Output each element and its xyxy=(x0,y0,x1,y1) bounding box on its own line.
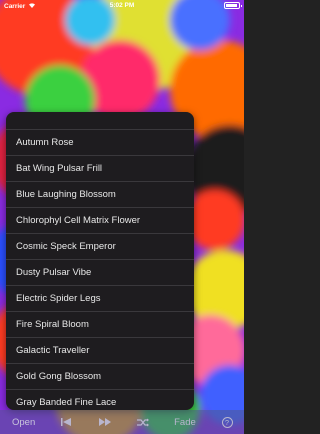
menu-item[interactable]: Dusty Pulsar Vibe xyxy=(6,260,194,286)
status-bar: Carrier 5:02 PM xyxy=(0,0,244,12)
menu-item[interactable]: Gray Banded Fine Lace xyxy=(6,390,194,410)
menu-item[interactable]: Electric Spider Legs xyxy=(6,286,194,312)
shuffle-icon[interactable] xyxy=(136,418,150,427)
skip-back-icon[interactable] xyxy=(59,418,73,426)
status-time: 5:02 PM xyxy=(109,2,135,9)
fade-button[interactable]: Fade xyxy=(174,417,196,428)
help-icon: ? xyxy=(221,416,233,428)
help-button[interactable]: ? xyxy=(220,416,234,428)
menu-item[interactable]: Cosmic Speck Emperor xyxy=(6,234,194,260)
menu-item[interactable]: Galactic Traveller xyxy=(6,338,194,364)
menu-item[interactable]: Bat Wing Pulsar Frill xyxy=(6,156,194,182)
menu-header-spacer xyxy=(6,112,194,130)
menu-item[interactable]: Fire Spiral Bloom xyxy=(6,312,194,338)
menu-item[interactable]: Chlorophyl Cell Matrix Flower xyxy=(6,208,194,234)
open-button[interactable]: Open xyxy=(12,417,35,428)
bottom-toolbar: Open Fade ? xyxy=(0,410,244,434)
preset-menu: Autumn Rose Bat Wing Pulsar Frill Blue L… xyxy=(6,112,194,410)
menu-item[interactable]: Gold Gong Blossom xyxy=(6,364,194,390)
status-right xyxy=(224,2,242,9)
battery-icon xyxy=(224,2,242,9)
menu-item[interactable]: Autumn Rose xyxy=(6,130,194,156)
skip-forward-icon[interactable] xyxy=(98,418,112,426)
menu-item[interactable]: Blue Laughing Blossom xyxy=(6,182,194,208)
